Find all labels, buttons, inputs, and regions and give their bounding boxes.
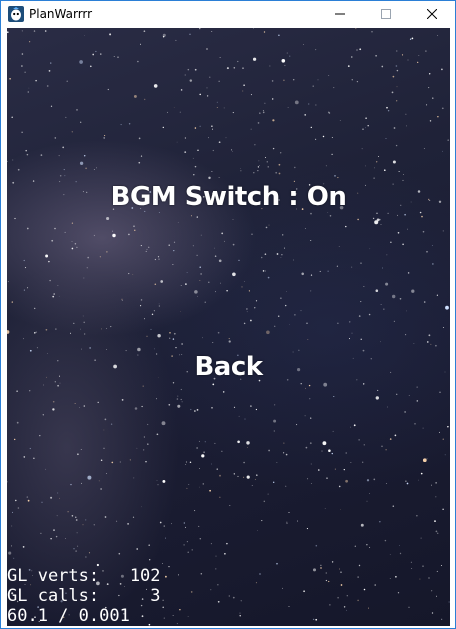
window-title: PlanWarrrr bbox=[29, 7, 93, 21]
game-canvas[interactable]: BGM Switch : On Back GL verts: 102 GL cal… bbox=[7, 28, 450, 626]
minimize-icon bbox=[335, 13, 345, 15]
maximize-button[interactable] bbox=[363, 1, 409, 27]
bgm-switch-button[interactable]: BGM Switch : On bbox=[7, 182, 450, 212]
fps-stat: 60.1 / 0.001 bbox=[7, 606, 130, 626]
gl-calls-stat: GL calls: 3 bbox=[7, 586, 161, 606]
back-button[interactable]: Back bbox=[7, 352, 450, 382]
maximize-icon bbox=[381, 9, 391, 19]
minimize-button[interactable] bbox=[317, 1, 363, 27]
close-button[interactable] bbox=[409, 1, 455, 27]
starfield-background bbox=[7, 28, 450, 626]
debug-stats: GL verts: 102 GL calls: 3 60.1 / 0.001 bbox=[7, 566, 161, 626]
app-icon bbox=[8, 6, 24, 22]
close-icon bbox=[427, 9, 437, 19]
gl-verts-stat: GL verts: 102 bbox=[7, 566, 161, 586]
app-window: PlanWarrrr BGM Switch : On Back GL verts… bbox=[0, 0, 456, 629]
title-bar[interactable]: PlanWarrrr bbox=[1, 1, 455, 27]
